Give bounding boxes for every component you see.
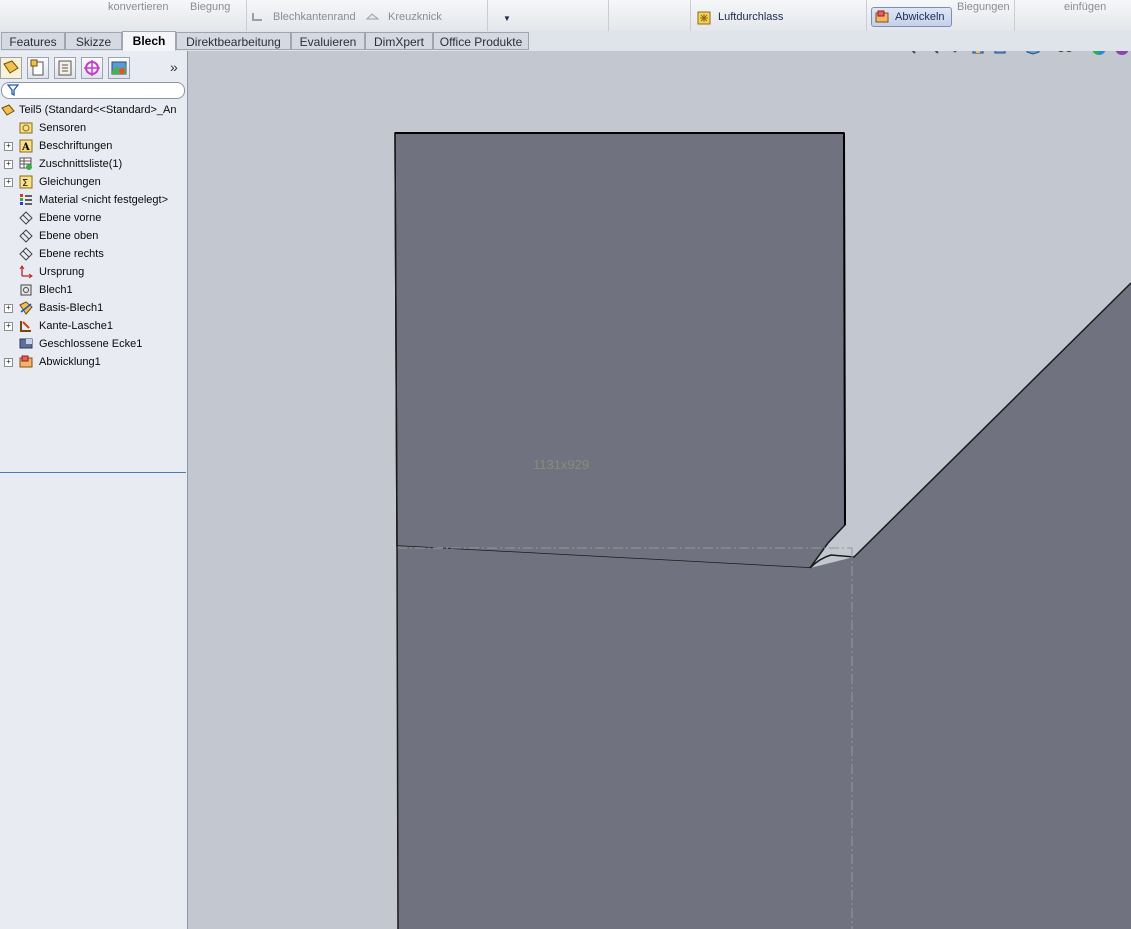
panel-expand-icon[interactable]: » [170, 59, 178, 75]
material-icon [20, 194, 32, 205]
annotation-icon: A [19, 139, 33, 153]
ribbon-einfuegen-label[interactable]: einfügen [1064, 1, 1106, 13]
scene-icon[interactable] [1113, 51, 1131, 57]
rollback-bar[interactable] [0, 472, 186, 473]
ribbon-biegung-label[interactable]: Biegung [190, 1, 230, 13]
sensor-icon [19, 122, 33, 134]
expand-plus-icon[interactable]: + [4, 178, 13, 187]
cutlist-icon [19, 157, 32, 170]
feature-manager-tab[interactable] [0, 57, 22, 79]
propertymanager-icon [30, 59, 44, 76]
graphics-area[interactable]: 1131x929 [188, 51, 1131, 929]
featuremanager-icon [3, 60, 19, 74]
equation-icon: Σ [19, 175, 33, 189]
tree-item-label: Kante-Lasche1 [39, 320, 113, 332]
sheetmetal-icon [20, 284, 32, 296]
tree-item-label: Blech1 [39, 284, 73, 296]
hide-show-items-icon[interactable] [1056, 51, 1082, 55]
ribbon-separator [608, 0, 609, 31]
ribbon-separator [246, 0, 247, 31]
zoom-to-fit-icon[interactable] [901, 51, 917, 55]
display-manager-tab[interactable] [108, 57, 130, 79]
origin-icon [19, 265, 33, 279]
tree-item-label: Material <nicht festgelegt> [39, 194, 169, 206]
ribbon-abwickeln-label: Abwickeln [895, 11, 945, 23]
tree-item-label: Geschlossene Ecke1 [39, 338, 143, 350]
expand-plus-icon[interactable]: + [4, 160, 13, 169]
tab-dimxpert[interactable]: DimXpert [365, 32, 433, 50]
view-orientation-icon[interactable] [993, 51, 1015, 55]
dimension-label: 1131x929 [533, 457, 590, 472]
tree-item-label: Ebene rechts [39, 248, 104, 260]
expand-plus-icon[interactable]: + [4, 358, 13, 367]
tree-item-label: Zuschnittsliste(1) [39, 158, 123, 170]
tree-item-label: Abwicklung1 [39, 356, 101, 368]
ribbon-separator [487, 0, 488, 31]
previous-view-icon[interactable] [947, 51, 963, 55]
tab-features[interactable]: Features [1, 32, 65, 50]
tree-item-label: Ebene vorne [39, 212, 102, 224]
panel-right-edge [843, 132, 846, 526]
closed-corner-icon [19, 338, 33, 349]
base-flange-icon [19, 301, 33, 315]
dimxpert-manager-tab[interactable] [81, 57, 103, 79]
feature-manager-panel: » Teil5 (Standard<<Standard>_An Sensoren… [0, 51, 188, 929]
ribbon-separator [1014, 0, 1015, 31]
ribbon-abwickeln-button[interactable]: Abwickeln [871, 7, 952, 27]
dimxpert-icon [84, 60, 100, 76]
command-manager-tabs: Features Skizze Blech Direktbearbeitung … [0, 31, 1131, 51]
filter-icon [7, 84, 19, 96]
svg-text:Σ: Σ [22, 178, 28, 189]
property-manager-tab[interactable] [27, 57, 49, 79]
flat-panel-upper [394, 132, 846, 569]
appearance-icon[interactable] [1090, 51, 1108, 57]
ribbon-separator [866, 0, 867, 31]
ribbon-luftdurchlass-button[interactable]: Luftdurchlass [718, 11, 783, 23]
tree-item-label: Beschriftungen [39, 140, 113, 152]
panel-tab-bar: » [0, 56, 187, 80]
display-style-icon[interactable] [1025, 51, 1047, 55]
plane-icon [19, 229, 33, 243]
edge-flange-icon [20, 321, 31, 332]
section-view-icon[interactable] [970, 51, 986, 55]
expand-plus-icon[interactable]: + [4, 322, 13, 331]
feature-filter-input[interactable] [1, 82, 185, 99]
sketched-bend-icon [366, 13, 379, 20]
part-icon [1, 104, 15, 116]
vent-icon [697, 11, 711, 25]
configuration-manager-tab[interactable] [54, 57, 76, 79]
tree-root-label: Teil5 (Standard<<Standard>_An [19, 104, 177, 116]
ribbon-konvertieren-label[interactable]: konvertieren [108, 1, 169, 13]
tree-item-label: Basis-Blech1 [39, 302, 104, 314]
heads-up-view-toolbar [901, 51, 1131, 59]
ribbon-blechkantenrand-button[interactable]: Blechkantenrand [273, 11, 356, 23]
tree-item-label: Gleichungen [39, 176, 101, 188]
tab-skizze[interactable]: Skizze [65, 32, 122, 50]
ribbon-kreuzknick-button[interactable]: Kreuzknick [388, 11, 442, 23]
tab-evaluieren[interactable]: Evaluieren [291, 32, 365, 50]
svg-text:A: A [21, 142, 30, 153]
tree-item-label: Ebene oben [39, 230, 99, 242]
ribbon-dropdown-arrow-icon[interactable]: ▼ [503, 14, 511, 23]
edge-flange-icon [252, 13, 262, 21]
tab-blech[interactable]: Blech [122, 31, 176, 51]
tree-item-label: Ursprung [39, 266, 85, 278]
ribbon-biegungen-label[interactable]: Biegungen [957, 1, 1010, 13]
sheetmetal-flat-pattern[interactable] [188, 51, 1131, 929]
flatpattern-icon [19, 355, 33, 368]
tab-office-produkte[interactable]: Office Produkte [433, 32, 529, 50]
expand-plus-icon[interactable]: + [4, 304, 13, 313]
plane-icon [19, 211, 33, 225]
ribbon-separator [690, 0, 691, 31]
flatten-icon [875, 10, 889, 23]
tree-item-label: Sensoren [39, 122, 87, 134]
plane-icon [19, 247, 33, 261]
tab-direktbearbeitung[interactable]: Direktbearbeitung [176, 32, 291, 50]
displaymanager-icon [111, 61, 127, 75]
configurationmanager-icon [58, 60, 72, 76]
expand-plus-icon[interactable]: + [4, 142, 13, 151]
command-ribbon: konvertieren Biegung Blechkantenrand Kre… [0, 0, 1131, 32]
zoom-area-icon[interactable] [924, 51, 940, 55]
